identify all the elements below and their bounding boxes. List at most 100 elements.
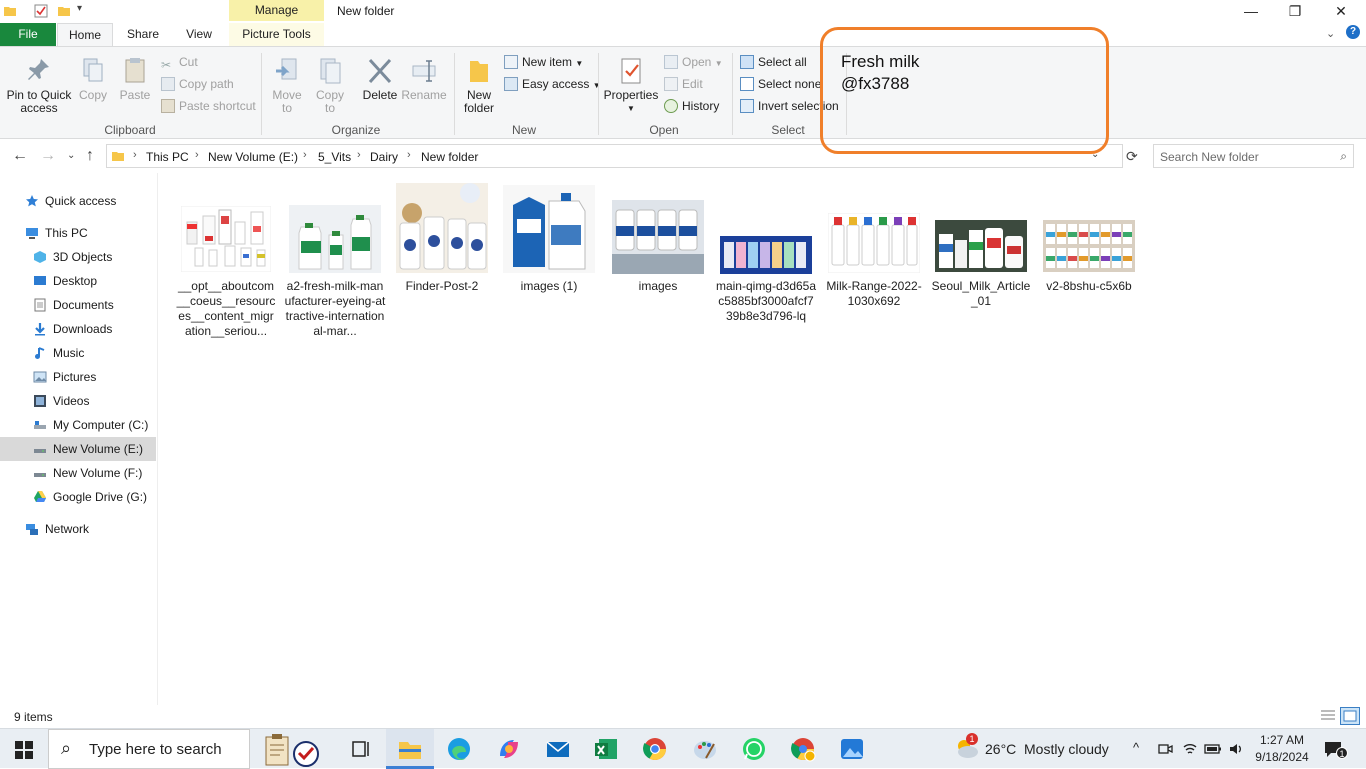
open-group-label: Open [649, 123, 679, 137]
new-folder-quick-icon[interactable] [57, 4, 71, 18]
new-folder-label: New folder [463, 88, 495, 115]
sidebar-item-videos[interactable]: Videos [0, 389, 156, 413]
navigation-pane: Quick access This PC 3D Objects Desktop … [0, 173, 158, 705]
paste-label: Paste [119, 88, 151, 102]
clock-date[interactable]: 9/18/2024 [1254, 750, 1310, 764]
tab-home[interactable]: Home [57, 23, 113, 46]
task-view-icon[interactable] [348, 736, 374, 762]
file-explorer-icon[interactable] [397, 736, 423, 762]
large-icons-view-icon[interactable] [1340, 707, 1360, 725]
tab-share[interactable]: Share [120, 23, 166, 46]
mail-icon[interactable] [545, 736, 571, 762]
star-icon [26, 195, 38, 207]
drive-c-icon [34, 421, 46, 429]
copy-button[interactable]: Copy [76, 57, 110, 102]
details-view-icon[interactable] [1320, 709, 1336, 723]
help-icon[interactable]: ? [1346, 25, 1360, 39]
sidebar-item-quick-access[interactable]: Quick access [0, 189, 156, 213]
cut-button[interactable]: ✂ Cut [161, 53, 198, 72]
sidebar-item-label: Pictures [53, 370, 97, 384]
new-item-button[interactable]: New item ▼ [504, 53, 583, 71]
volume-icon[interactable] [1228, 741, 1244, 757]
battery-icon[interactable] [1204, 742, 1222, 756]
back-arrow-icon[interactable]: ← [12, 147, 28, 165]
paste-shortcut-button[interactable]: Paste shortcut [161, 97, 256, 115]
chrome-profile-icon[interactable] [790, 736, 816, 762]
customize-quick-access-icon[interactable]: ▾ [77, 3, 82, 14]
minimize-button[interactable]: — [1228, 0, 1274, 22]
edit-button[interactable]: Edit [664, 75, 703, 93]
weather-description[interactable]: Mostly cloudy [1024, 741, 1109, 757]
chrome-icon[interactable] [642, 736, 668, 762]
copilot-icon[interactable] [496, 736, 522, 762]
breadcrumb-dairy[interactable]: Dairy [370, 150, 398, 164]
sidebar-item-my-computer-c[interactable]: My Computer (C:) [0, 413, 156, 437]
properties-button[interactable]: Properties ▼ [603, 57, 659, 115]
forward-arrow-icon[interactable]: → [40, 147, 56, 165]
copy-to-button[interactable]: Copy to [311, 57, 349, 115]
meet-now-icon[interactable] [1157, 741, 1173, 757]
search-input[interactable]: Search New folder ⌕ [1153, 144, 1354, 168]
rename-button[interactable]: Rename [401, 57, 447, 102]
wifi-icon[interactable] [1182, 741, 1198, 757]
windows-start-icon[interactable] [15, 741, 33, 759]
delete-button[interactable]: Delete [360, 57, 400, 102]
tab-view[interactable]: View [176, 23, 222, 46]
weather-temperature[interactable]: 26°C [985, 741, 1016, 757]
image-thumbnail [289, 205, 381, 273]
breadcrumb-5-vits[interactable]: 5_Vits [318, 150, 351, 164]
open-button[interactable]: Open ▼ [664, 53, 723, 71]
sidebar-item-label: My Computer (C:) [53, 418, 149, 432]
tab-file[interactable]: File [0, 23, 56, 46]
sidebar-item-this-pc[interactable]: This PC [0, 221, 156, 245]
whatsapp-icon[interactable] [741, 736, 767, 762]
sidebar-item-downloads[interactable]: Downloads [0, 317, 156, 341]
sidebar-item-music[interactable]: Music [0, 341, 156, 365]
pin-to-quick-access-button[interactable]: Pin to Quick access [4, 57, 74, 115]
move-to-button[interactable]: Move to [268, 57, 306, 115]
select-all-icon [740, 55, 754, 69]
recent-locations-icon[interactable]: ⌄ [67, 150, 75, 161]
sidebar-item-new-volume-f[interactable]: New Volume (F:) [0, 461, 156, 485]
clock-time[interactable]: 1:27 AM [1256, 733, 1308, 747]
new-folder-button[interactable]: New folder [459, 57, 499, 115]
file-name: main-qimg-d3d65ac5885bf3000afcf739b8e3d7… [715, 279, 817, 323]
folder-icon[interactable] [3, 4, 17, 18]
breadcrumb-this-pc[interactable]: This PC [146, 150, 189, 164]
manage-tab[interactable]: Manage [229, 0, 324, 21]
cut-label: Cut [179, 55, 198, 69]
properties-check-icon[interactable] [34, 4, 48, 18]
sidebar-item-new-volume-e[interactable]: New Volume (E:) [0, 437, 156, 461]
sidebar-item-3d-objects[interactable]: 3D Objects [0, 245, 156, 269]
taskbar-search-box[interactable]: ⌕ Type here to search [48, 729, 250, 769]
up-arrow-icon[interactable]: ↑ [86, 147, 94, 165]
easy-access-button[interactable]: Easy access ▼ [504, 75, 601, 93]
history-button[interactable]: History [664, 97, 719, 115]
google-drive-icon [34, 491, 46, 502]
breadcrumb-new-volume-e[interactable]: New Volume (E:) [208, 150, 298, 164]
breadcrumb-separator-icon: › [303, 149, 307, 161]
paint-icon[interactable] [692, 736, 718, 762]
dropdown-arrow-icon: ▼ [627, 104, 635, 113]
clipboard-checklist-icon[interactable] [262, 733, 320, 767]
restore-button[interactable]: ❐ [1272, 0, 1318, 22]
show-hidden-icons-icon[interactable]: ^ [1133, 740, 1139, 755]
sidebar-item-desktop[interactable]: Desktop [0, 269, 156, 293]
sidebar-item-documents[interactable]: Documents [0, 293, 156, 317]
edge-browser-icon[interactable] [446, 736, 472, 762]
sidebar-item-google-drive-g[interactable]: Google Drive (G:) [0, 485, 156, 509]
photos-icon[interactable] [839, 736, 865, 762]
close-button[interactable]: ✕ [1318, 0, 1364, 22]
copy-path-button[interactable]: Copy path [161, 75, 234, 93]
select-none-button[interactable]: Select none [740, 75, 821, 93]
sidebar-item-label: Network [45, 522, 90, 536]
sidebar-item-network[interactable]: Network [0, 517, 156, 541]
breadcrumb-new-folder[interactable]: New folder [421, 150, 478, 164]
sidebar-item-pictures[interactable]: Pictures [0, 365, 156, 389]
paste-button[interactable]: Paste [117, 57, 153, 102]
select-all-button[interactable]: Select all [740, 53, 807, 71]
tab-picture-tools[interactable]: Picture Tools [229, 23, 324, 46]
refresh-icon[interactable]: ⟳ [1126, 148, 1138, 165]
excel-icon[interactable] [593, 736, 619, 762]
collapse-ribbon-icon[interactable]: ⌄ [1326, 27, 1335, 40]
